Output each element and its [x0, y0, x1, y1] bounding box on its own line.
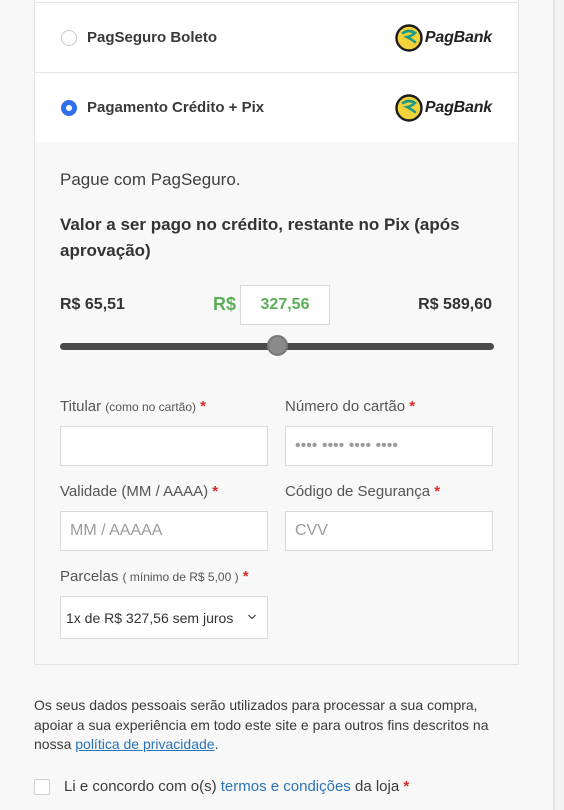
card-number-input[interactable]: [285, 426, 493, 466]
credit-pix-panel: Pague com PagSeguro. Valor a ser pago no…: [34, 142, 519, 665]
payment-method-credit-pix[interactable]: Pagamento Crédito + Pix PagBank: [35, 73, 518, 143]
terms-link[interactable]: termos e condições: [221, 778, 351, 795]
privacy-policy-link[interactable]: política de privacidade: [75, 736, 214, 752]
pagbank-logo: PagBank: [395, 93, 492, 122]
chevron-down-icon: [248, 614, 256, 620]
pagbank-logo: PagBank: [395, 23, 492, 52]
installments-label: Parcelas ( mínimo de R$ 5,00 ) *: [60, 568, 249, 585]
radio-credit-pix[interactable]: [61, 99, 77, 116]
titular-label: Titular (como no cartão) *: [60, 398, 207, 415]
cvv-label: Código de Segurança *: [285, 483, 441, 500]
payment-method-label: PagSeguro Boleto: [87, 29, 218, 46]
installments-select[interactable]: 1x de R$ 327,56 sem juros: [60, 596, 268, 639]
panel-description: Valor a ser pago no crédito, restante no…: [60, 215, 460, 260]
cvv-input[interactable]: [285, 511, 493, 551]
terms-label: Li e concordo com o(s) termos e condiçõe…: [64, 778, 410, 795]
pagbank-logo-icon: [395, 93, 423, 122]
titular-input[interactable]: [60, 426, 268, 466]
payment-method-boleto[interactable]: PagSeguro Boleto PagBank: [35, 2, 518, 73]
expiry-input[interactable]: [60, 511, 268, 551]
page-gutter: [555, 0, 564, 810]
privacy-notice: Os seus dados pessoais serão utilizados …: [34, 697, 489, 752]
radio-boleto[interactable]: [61, 29, 77, 46]
pagbank-logo-icon: [395, 23, 423, 52]
split-slider-thumb[interactable]: [266, 335, 288, 356]
split-max-amount: R$ 589,60: [418, 296, 492, 313]
terms-checkbox[interactable]: [34, 778, 50, 795]
expiry-label: Validade (MM / AAAA) *: [60, 483, 219, 500]
panel-intro: Pague com PagSeguro.: [60, 170, 241, 189]
brand-name: PagBank: [424, 98, 492, 116]
credit-amount-input[interactable]: [240, 285, 330, 325]
split-currency: R$: [213, 294, 237, 314]
installments-selected-value: 1x de R$ 327,56 sem juros: [66, 609, 234, 626]
split-min-amount: R$ 65,51: [60, 296, 125, 313]
payment-methods-list: PagSeguro Boleto PagBank Pagamento Crédi…: [34, 0, 519, 144]
brand-name: PagBank: [424, 28, 492, 46]
card-number-label: Número do cartão *: [285, 398, 416, 415]
payment-method-label: Pagamento Crédito + Pix: [87, 99, 265, 116]
terms-agreement: Li e concordo com o(s) termos e condiçõe…: [34, 778, 409, 795]
